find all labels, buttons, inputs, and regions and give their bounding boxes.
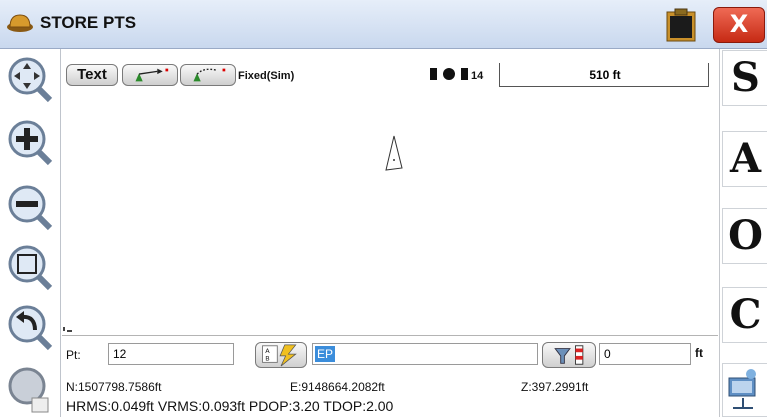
s-button-label: S bbox=[731, 54, 760, 101]
c-button[interactable]: C bbox=[722, 287, 767, 343]
o-button-label: O bbox=[728, 212, 763, 259]
easting-value: E:9148664.2082ft bbox=[290, 380, 385, 394]
store-offset-icon bbox=[135, 68, 169, 82]
map-divider bbox=[62, 335, 718, 336]
elevation-value: Z:397.2991ft bbox=[521, 380, 589, 394]
north-arrow-icon bbox=[385, 135, 403, 171]
abc-lightning-icon: A B bbox=[262, 344, 297, 367]
close-icon: X bbox=[729, 10, 749, 38]
zoom-out-icon bbox=[8, 185, 53, 231]
layers-icon bbox=[8, 367, 49, 413]
pt-label: Pt: bbox=[66, 348, 81, 362]
c-button-label: C bbox=[729, 291, 762, 338]
o-button[interactable]: O bbox=[722, 208, 767, 264]
cursor-marker-icon bbox=[63, 327, 72, 332]
satellite-count: 14 bbox=[471, 70, 484, 82]
rod-height-button[interactable] bbox=[542, 342, 596, 368]
s-button[interactable]: S bbox=[722, 50, 767, 106]
network-button[interactable] bbox=[722, 363, 767, 417]
network-icon bbox=[728, 369, 756, 409]
window-title: STORE PTS bbox=[40, 13, 137, 32]
fix-status: Fixed(Sim) bbox=[238, 70, 295, 82]
description-list-button[interactable]: A B bbox=[255, 342, 307, 368]
rod-height-icon bbox=[554, 345, 584, 365]
zoom-in-icon bbox=[8, 120, 53, 166]
scale-label: 510 ft bbox=[589, 68, 621, 82]
northing-value: N:1507798.7586ft bbox=[66, 380, 162, 394]
close-button[interactable]: X bbox=[713, 7, 765, 43]
pan-icon bbox=[8, 57, 53, 103]
zoom-in-button[interactable] bbox=[2, 115, 56, 167]
text-button[interactable]: Text bbox=[66, 64, 118, 86]
store-curve-button[interactable] bbox=[180, 64, 236, 86]
a-button[interactable]: A bbox=[722, 131, 767, 187]
description-field[interactable]: EP bbox=[312, 343, 538, 365]
rod-height-field[interactable]: 0 bbox=[599, 343, 691, 365]
description-text: EP bbox=[315, 346, 336, 362]
satellite-icon bbox=[430, 68, 468, 80]
point-number-field[interactable]: 12 bbox=[108, 343, 234, 365]
map-canvas[interactable] bbox=[62, 90, 718, 335]
a-button-label: A bbox=[729, 135, 762, 182]
clipboard-icon[interactable] bbox=[666, 8, 696, 42]
pan-button[interactable] bbox=[2, 52, 56, 104]
store-curve-icon bbox=[193, 68, 226, 82]
zoom-extents-button[interactable] bbox=[2, 240, 56, 292]
unit-label: ft bbox=[695, 346, 703, 360]
title-bar: STORE PTS X bbox=[0, 0, 767, 49]
zoom-extents-icon bbox=[8, 245, 53, 291]
scale-bar: 510 ft bbox=[499, 63, 709, 87]
zoom-out-button[interactable] bbox=[2, 180, 56, 232]
svg-text:B: B bbox=[265, 355, 269, 363]
layers-button[interactable] bbox=[2, 362, 56, 414]
hard-hat-icon bbox=[7, 14, 33, 32]
store-offset-button[interactable] bbox=[122, 64, 178, 86]
precision-readout: HRMS:0.049ft VRMS:0.093ft PDOP:3.20 TDOP… bbox=[66, 398, 394, 414]
zoom-previous-icon bbox=[8, 305, 53, 351]
zoom-previous-button[interactable] bbox=[2, 300, 56, 352]
